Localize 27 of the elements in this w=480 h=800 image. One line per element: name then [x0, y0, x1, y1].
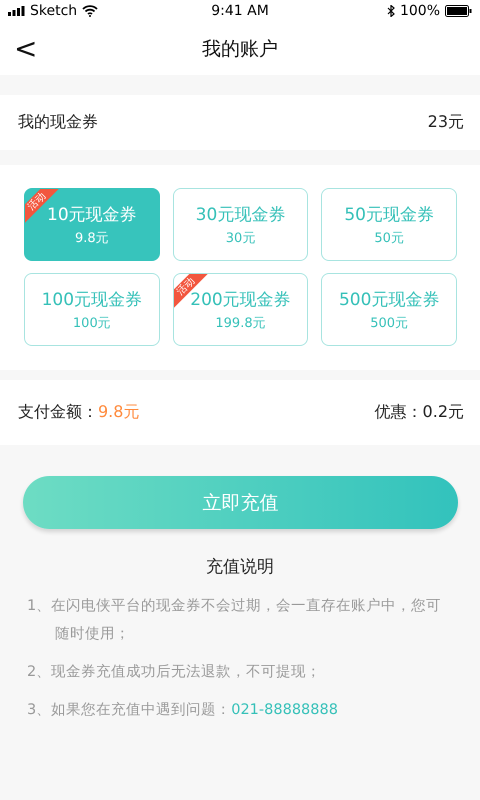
note-text: 3、如果您在充值中遇到问题：021-88888888 [27, 700, 339, 720]
discount-label: 优惠： [374, 402, 423, 423]
payment-label: 支付金额： [18, 402, 98, 423]
discount-amount: 0.2元 [422, 402, 464, 423]
note-text: 2、现金券充值成功后无法退款，不可提现； [27, 662, 322, 682]
coupon-card[interactable]: 500元现金券 500元 [321, 273, 457, 346]
note-text: 1、在闪电侠平台的现金券不会过期，会一直存在账户中，您可随时使用； [27, 597, 442, 644]
coupon-card[interactable]: 活动 10元现金券 9.8元 [24, 188, 160, 261]
bluetooth-icon [386, 5, 395, 17]
coupon-card[interactable]: 50元现金券 50元 [321, 188, 457, 261]
phone-link[interactable]: 021-88888888 [231, 702, 338, 718]
page-title: 我的账户 [202, 36, 278, 62]
coupon-card[interactable]: 30元现金券 30元 [172, 188, 308, 261]
status-time: 9:41 AM [211, 3, 269, 19]
balance-label: 我的现金券 [18, 112, 98, 133]
notes-title: 充值说明 [205, 556, 275, 578]
wifi-icon [82, 5, 98, 17]
coupon-card[interactable]: 活动 200元现金券 199.8元 [172, 273, 308, 346]
payment-amount: 9.8元 [98, 402, 140, 423]
back-button[interactable]: < [10, 32, 42, 65]
battery-icon [445, 5, 472, 17]
carrier-name: Sketch [30, 3, 78, 19]
recharge-button[interactable]: 立即充值 [23, 476, 458, 529]
coupon-card[interactable]: 100元现金券 100元 [24, 273, 160, 346]
balance-value: 23元 [428, 112, 464, 133]
battery-percent: 100% [400, 3, 440, 19]
signal-icon [8, 6, 25, 16]
